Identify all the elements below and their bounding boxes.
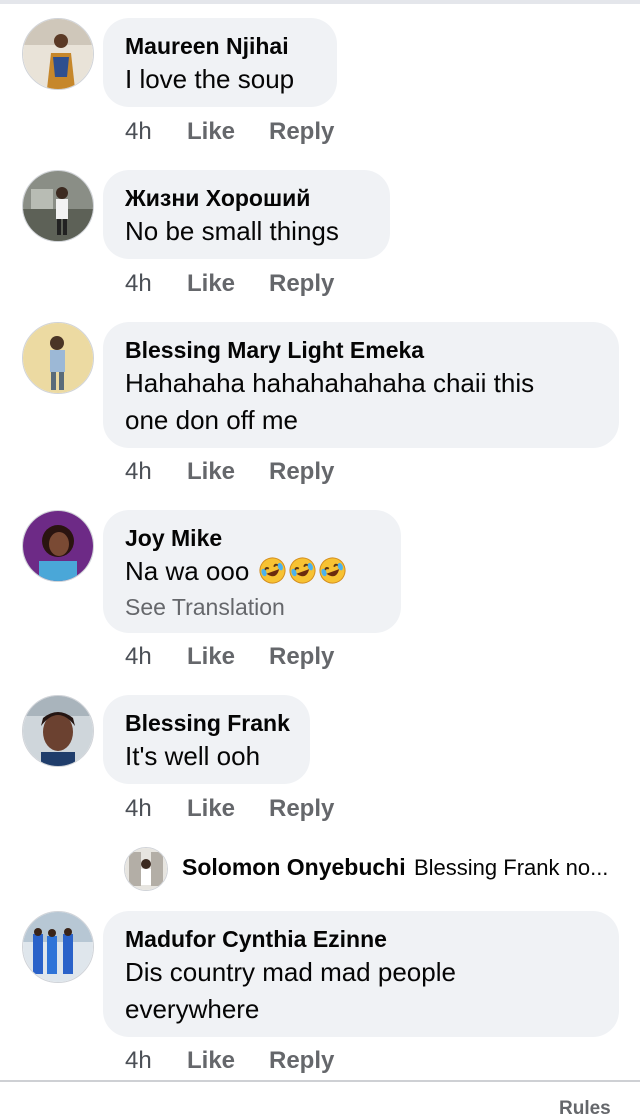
comment-actions: 4h Like Reply xyxy=(125,270,334,298)
laughing-emoji-icon xyxy=(288,557,316,584)
avatar[interactable] xyxy=(22,695,94,767)
like-button[interactable]: Like xyxy=(187,458,269,486)
avatar[interactable] xyxy=(22,170,94,242)
commenter-name[interactable]: Blessing Frank xyxy=(125,708,290,738)
laughing-emoji-icon xyxy=(318,557,346,584)
comment-text: Hahahaha hahahahahaha chaii this xyxy=(125,368,535,398)
rules-link[interactable]: Rules xyxy=(559,1098,611,1120)
footer-divider xyxy=(0,1080,640,1082)
avatar[interactable] xyxy=(22,911,94,983)
reply-button[interactable]: Reply xyxy=(269,118,334,146)
reply-button[interactable]: Reply xyxy=(269,270,334,298)
top-divider xyxy=(0,0,640,4)
comment-text: It's well ooh xyxy=(125,741,261,771)
avatar[interactable] xyxy=(22,18,94,90)
comment-actions: 4h Like Reply xyxy=(125,1047,334,1075)
like-button[interactable]: Like xyxy=(187,1047,269,1075)
avatar[interactable] xyxy=(22,322,94,394)
comment-time[interactable]: 4h xyxy=(125,118,187,146)
comment-actions: 4h Like Reply xyxy=(125,643,334,671)
avatar[interactable] xyxy=(22,510,94,582)
comment-time[interactable]: 4h xyxy=(125,1047,187,1075)
comment-bubble: Madufor Cynthia Ezinne Dis country mad m… xyxy=(103,911,619,1037)
reply-snippet: Blessing Frank no... xyxy=(414,855,609,880)
comment-text: I love the soup xyxy=(125,64,295,94)
commenter-name[interactable]: Blessing Mary Light Emeka xyxy=(125,335,597,365)
comment-actions: 4h Like Reply xyxy=(125,458,334,486)
comment-actions: 4h Like Reply xyxy=(125,795,334,823)
like-button[interactable]: Like xyxy=(187,270,269,298)
comment-time[interactable]: 4h xyxy=(125,270,187,298)
reply-button[interactable]: Reply xyxy=(269,643,334,671)
commenter-name[interactable]: Maureen Njihai xyxy=(125,31,315,61)
like-button[interactable]: Like xyxy=(187,795,269,823)
comment-text: Na wa ooo xyxy=(125,553,379,590)
comment-bubble: Joy Mike Na wa ooo See Translation xyxy=(103,510,401,633)
reply-button[interactable]: Reply xyxy=(269,795,334,823)
comment-text-content: Na wa ooo xyxy=(125,556,250,586)
comment-actions: 4h Like Reply xyxy=(125,118,334,146)
comment-text: Dis country mad mad people xyxy=(125,957,456,987)
avatar[interactable] xyxy=(124,847,168,891)
comment-text: one don off me xyxy=(125,405,298,435)
comment-time[interactable]: 4h xyxy=(125,795,187,823)
reply-button[interactable]: Reply xyxy=(269,458,334,486)
comment-time[interactable]: 4h xyxy=(125,458,187,486)
comment-text: No be small things xyxy=(125,216,339,246)
commenter-name[interactable]: Жизни Хороший xyxy=(125,183,368,213)
comment-bubble: Blessing Mary Light Emeka Hahahaha hahah… xyxy=(103,322,619,448)
comment-bubble: Blessing Frank It's well ooh xyxy=(103,695,310,784)
comment-bubble: Жизни Хороший No be small things xyxy=(103,170,390,259)
like-button[interactable]: Like xyxy=(187,643,269,671)
comment-bubble: Maureen Njihai I love the soup xyxy=(103,18,337,107)
reply-button[interactable]: Reply xyxy=(269,1047,334,1075)
laughing-emoji-icon xyxy=(258,557,286,584)
commenter-name[interactable]: Madufor Cynthia Ezinne xyxy=(125,924,597,954)
reply-author-name[interactable]: Solomon Onyebuchi xyxy=(182,854,406,881)
commenter-name[interactable]: Joy Mike xyxy=(125,523,379,553)
comment-text: everywhere xyxy=(125,994,260,1024)
comment-time[interactable]: 4h xyxy=(125,643,187,671)
like-button[interactable]: Like xyxy=(187,118,269,146)
see-translation-link[interactable]: See Translation xyxy=(125,592,379,622)
